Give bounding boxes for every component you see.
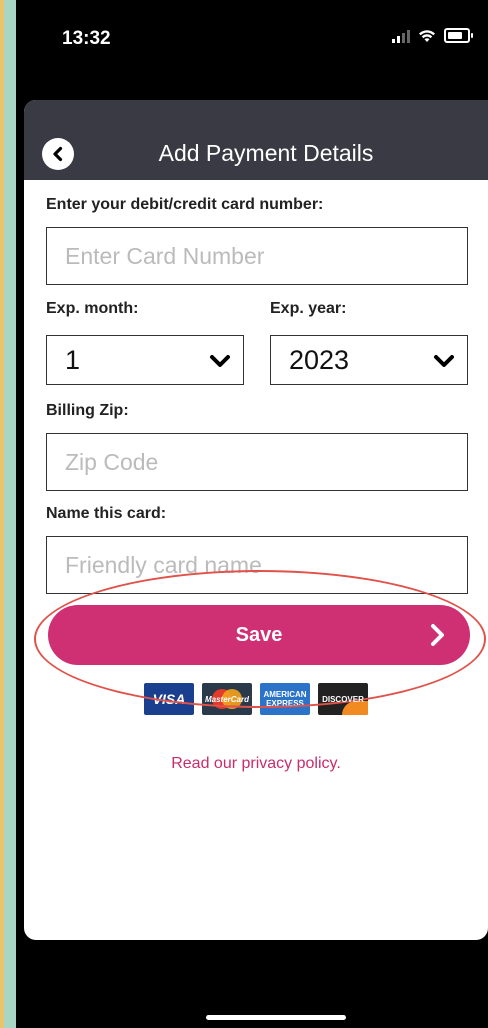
save-button[interactable]: Save <box>48 605 470 665</box>
card-number-label: Enter your debit/credit card number: <box>46 196 324 213</box>
chevron-right-icon <box>431 624 444 646</box>
save-label: Save <box>235 623 283 646</box>
billing-zip-label: Billing Zip: <box>46 402 129 419</box>
exp-month-value: 1 <box>65 344 81 375</box>
header-bar: Add Payment Details <box>24 100 488 180</box>
card-logos: VISA MasterCard AMERICAN EXPRESS DISCOVE… <box>24 683 488 715</box>
discover-text: DISCOVER <box>322 694 364 704</box>
amex-logo: AMERICAN EXPRESS <box>260 683 310 715</box>
mastercard-logo: MasterCard <box>202 683 252 715</box>
status-time: 13:32 <box>62 28 111 49</box>
page-title: Add Payment Details <box>158 140 374 166</box>
zip-code-input[interactable]: Zip Code <box>46 433 468 491</box>
visa-logo: VISA <box>144 683 194 715</box>
phone-screen: 13:32 Add Payment Details Enter your deb… <box>16 0 488 1028</box>
privacy-policy-link[interactable]: Read our privacy policy. <box>24 755 488 773</box>
visa-text: VISA <box>152 691 186 707</box>
status-icons <box>392 28 473 43</box>
battery-icon <box>444 28 473 43</box>
exp-year-label: Exp. year: <box>270 300 347 317</box>
discover-logo: DISCOVER <box>318 683 368 715</box>
home-indicator <box>206 1015 346 1020</box>
chevron-down-icon <box>434 355 454 367</box>
exp-year-value: 2023 <box>289 344 350 375</box>
signal-icon <box>392 29 410 43</box>
amex-text-2: EXPRESS <box>266 699 304 708</box>
wifi-icon <box>419 29 435 42</box>
payment-sheet: Add Payment Details Enter your debit/cre… <box>24 100 488 940</box>
card-number-input[interactable]: Enter Card Number <box>46 227 468 285</box>
exp-month-label: Exp. month: <box>46 300 139 317</box>
chevron-down-icon <box>210 355 230 367</box>
card-name-input[interactable]: Friendly card name <box>46 536 468 594</box>
card-name-label: Name this card: <box>46 505 167 522</box>
amex-text-1: AMERICAN <box>263 690 307 699</box>
exp-month-select[interactable]: 1 <box>46 335 244 385</box>
exp-year-select[interactable]: 2023 <box>270 335 468 385</box>
mastercard-text: MasterCard <box>204 694 249 704</box>
